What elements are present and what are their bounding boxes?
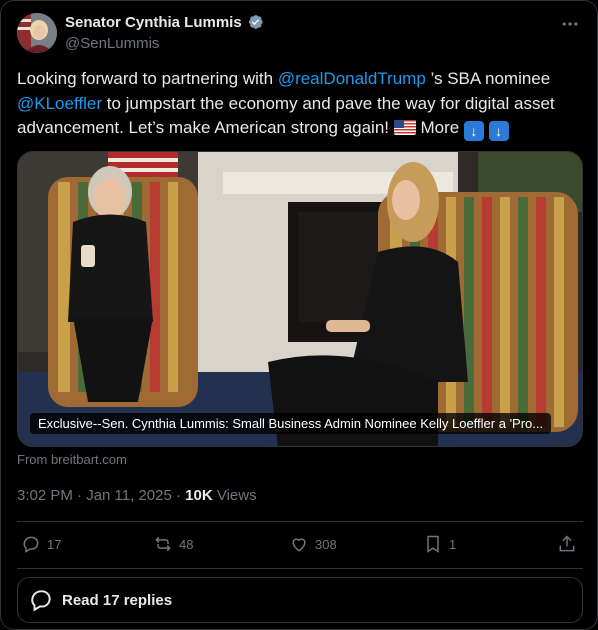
author-name[interactable]: Senator Cynthia Lummis [65,14,242,31]
tweet-meta: 3:02 PM · Jan 11, 2025 · 10K Views [17,487,257,504]
read-replies-button[interactable]: Read 17 replies [17,577,583,623]
reply-count: 17 [47,536,62,552]
views-label: Views [212,487,257,504]
repost-icon [155,536,171,552]
tweet-text: Looking forward to partnering with @real… [17,67,577,141]
repost-count: 48 [179,536,194,552]
author-name-row: Senator Cynthia Lummis [65,13,264,31]
more-options-icon[interactable] [559,13,581,35]
author-handle[interactable]: @SenLummis [65,35,159,52]
tweet-card: Senator Cynthia Lummis @SenLummis Lookin… [0,0,598,630]
action-bar: 17 48 308 1 [17,534,583,560]
like-button[interactable]: 308 [289,534,337,554]
avatar[interactable] [17,13,57,53]
share-icon [559,535,575,552]
bookmark-count: 1 [449,536,457,552]
reply-icon [23,536,39,553]
divider [17,521,583,522]
mention-link[interactable]: @realDonaldTrump [278,69,426,88]
mention-link[interactable]: @KLoeffler [17,94,102,113]
like-count: 308 [315,536,337,552]
down-arrow-icon: ↓ [463,121,484,141]
read-replies-label: Read 17 replies [62,591,173,609]
bookmark-icon [427,535,439,553]
link-card-image[interactable]: Exclusive--Sen. Cynthia Lummis: Small Bu… [17,151,583,447]
verified-badge-icon [248,15,263,29]
reply-button[interactable]: 17 [21,534,61,554]
timestamp[interactable]: 3:02 PM · Jan 11, 2025 · [17,487,185,504]
down-arrow-icon: ↓ [488,121,509,141]
link-card-caption[interactable]: Exclusive--Sen. Cynthia Lummis: Small Bu… [30,413,552,434]
divider [17,568,583,569]
tweet-text-part: ’s SBA nominee [425,69,551,88]
link-source[interactable]: From breitbart.com [17,452,127,467]
heart-icon [292,538,306,552]
photo-scene [18,152,582,446]
us-flag-icon [393,120,416,135]
repost-button[interactable]: 48 [153,534,193,554]
tweet-text-part: Looking forward to partnering with [17,69,278,88]
views-count: 10K [185,487,213,504]
share-button[interactable] [557,534,577,554]
more-label: More [415,118,464,137]
bookmark-button[interactable]: 1 [423,534,456,554]
reply-bubble-icon [31,590,51,612]
